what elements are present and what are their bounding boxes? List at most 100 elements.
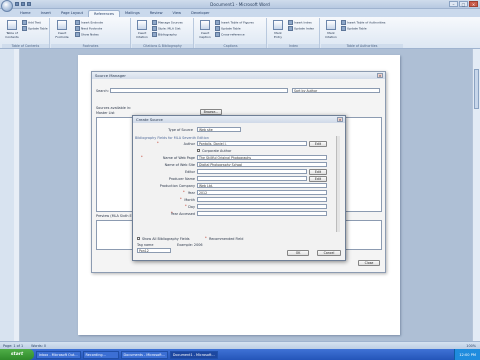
fields-scrollbar[interactable] [336,136,340,232]
taskbar-item-documents[interactable]: Documents - Microsoft... [120,350,168,359]
insert-toa-button[interactable]: Insert Table of Authorities [341,20,385,25]
footnote-label: Insert Footnote [55,31,69,39]
close-window-button[interactable]: × [469,1,478,7]
group-footnotes: Insert Footnote Insert Endnote Next Foot… [51,18,131,48]
insert-footnote-button[interactable]: Insert Footnote [54,20,70,39]
web-site-label: Name of Web Site [164,163,195,167]
update-toa-button[interactable]: Update Table [341,26,367,31]
vertical-scrollbar[interactable] [472,49,480,341]
update-index-button[interactable]: Update Index [288,26,314,31]
show-all-fields-checkbox[interactable] [137,237,140,240]
minimize-button[interactable]: – [449,1,458,7]
app-window: Document1 - Microsoft Word – □ × Home In… [0,0,480,360]
day-input[interactable] [197,204,327,209]
maximize-button[interactable]: □ [459,1,468,7]
next-footnote-button[interactable]: Next Footnote [75,26,102,31]
required-star-icon: * [205,236,207,240]
footnote-icon [57,20,67,30]
redo-icon[interactable] [27,2,31,6]
bibliography-button[interactable]: Bibliography [152,32,177,37]
taskbar-item-outlook[interactable]: Inbox - Microsoft Out... [36,350,81,359]
group-captions: Insert Caption Insert Table of Figures U… [195,18,267,48]
add-text-button[interactable]: Add Text [22,20,41,25]
page-count: Page: 1 of 1 [3,344,24,348]
group-label-captions: Captions [195,44,266,48]
word-count: Words: 0 [31,344,47,348]
tab-view[interactable]: View [168,10,187,17]
show-all-fields-label: Show All Bibliography Fields [142,237,190,241]
mark-entry-label: Mark Entry [274,31,282,39]
table-of-contents-button[interactable]: Table of Contents [4,20,20,39]
web-site-input[interactable]: Digital Photography School [197,162,327,167]
tab-home[interactable]: Home [15,10,36,17]
current-list-box[interactable] [342,117,382,212]
author-label: Author [183,142,195,146]
year-accessed-label: Year Accessed [170,212,195,216]
type-of-source-label: Type of Source [168,128,193,132]
taskbar-item-word[interactable]: Document1 - Microsoft... [169,350,218,359]
search-input[interactable] [110,88,288,93]
insert-table-of-figures-button[interactable]: Insert Table of Figures [215,20,254,25]
group-index: Mark Entry Insert Index Update Index Ind… [268,18,320,48]
style-dropdown[interactable]: Style: MLA Sixt [152,26,181,31]
cancel-button[interactable]: Cancel [317,250,341,256]
insert-caption-button[interactable]: Insert Caption [197,20,213,39]
close-icon[interactable]: × [337,117,343,122]
group-label-toa: Table of Authorities [321,44,403,48]
update-figures-button[interactable]: Update Table [215,26,241,31]
manage-sources-button[interactable]: Manage Sources [152,20,183,25]
update-table-button[interactable]: Update Table [22,26,48,31]
mark-citation-button[interactable]: Mark Citation [323,20,339,39]
save-icon[interactable] [15,2,19,6]
tab-insert[interactable]: Insert [36,10,56,17]
office-button[interactable] [1,0,13,12]
corporate-author-checkbox[interactable] [197,149,200,152]
ok-button[interactable]: OK [287,250,309,256]
citation-icon [137,20,147,30]
tab-references[interactable]: References [88,10,120,17]
master-list-box[interactable] [96,117,134,212]
taskbar-item-recording[interactable]: Recording... [82,350,119,359]
scroll-thumb[interactable] [474,69,479,109]
editor-input[interactable] [197,169,307,174]
undo-icon[interactable] [21,2,25,6]
year-input[interactable]: 2012 [197,190,327,195]
title-bar: Document1 - Microsoft Word – □ × [0,0,480,9]
group-citations: Insert Citation Manage Sources Style: ML… [132,18,194,48]
producer-input[interactable] [197,176,307,181]
insert-index-button[interactable]: Insert Index [288,20,312,25]
web-page-label: Name of Web Page [162,156,195,160]
insert-citation-button[interactable]: Insert Citation [134,20,150,39]
insert-endnote-button[interactable]: Insert Endnote [75,20,103,25]
close-button[interactable]: Close [358,260,380,266]
show-notes-button[interactable]: Show Notes [75,32,99,37]
month-input[interactable] [197,197,327,202]
group-label-citations: Citations & Bibliography [132,44,193,48]
day-label: Day [188,205,195,209]
mark-citation-label: Mark Citation [325,31,337,39]
status-bar: Page: 1 of 1 Words: 0 100% [0,341,480,349]
edit-button[interactable]: Edit [309,176,327,182]
producer-label: Producer Name [168,177,195,181]
start-button[interactable]: start [0,349,34,360]
mark-entry-button[interactable]: Mark Entry [270,20,286,39]
cross-reference-button[interactable]: Cross-reference [215,32,245,37]
tab-mailings[interactable]: Mailings [120,10,145,17]
production-company-input[interactable]: Web Ltd. [197,183,327,188]
web-page-input[interactable]: The Skillful Original Photographs [197,155,327,160]
mark-entry-icon [273,20,283,30]
tab-review[interactable]: Review [145,10,168,17]
author-input[interactable]: Pontalis, Daniel J. [197,141,307,146]
editor-label: Editor [184,170,195,174]
edit-button[interactable]: Edit [309,141,327,147]
type-of-source-dropdown[interactable]: Web site [197,127,241,132]
tab-page-layout[interactable]: Page Layout [56,10,88,17]
sort-dropdown[interactable]: Sort by Author [292,88,380,93]
close-icon[interactable]: × [377,73,383,78]
edit-button[interactable]: Edit [309,169,327,175]
tag-name-input[interactable]: Pon12 [137,248,171,253]
zoom-level[interactable]: 100% [466,344,476,348]
year-accessed-input[interactable] [197,211,327,216]
tab-developer[interactable]: Developer [186,10,214,17]
create-source-dialog: Create Source × Type of Source Web site … [132,115,346,261]
